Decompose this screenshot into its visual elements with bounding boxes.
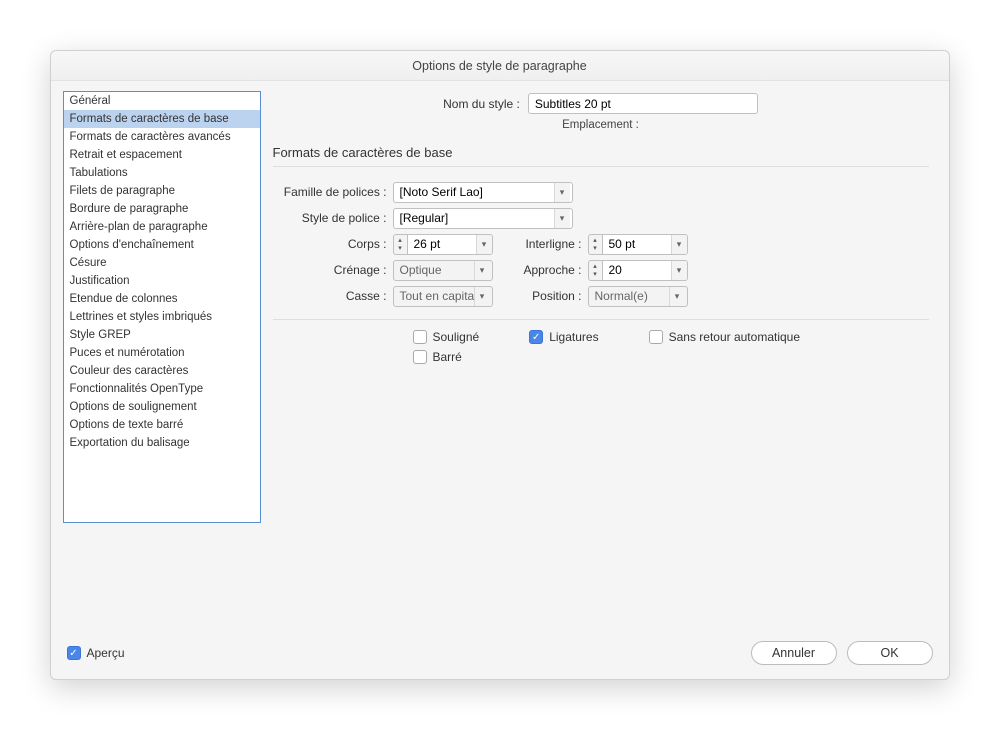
dialog-body: Général Formats de caractères de base Fo…	[51, 81, 949, 631]
cancel-button[interactable]: Annuler	[751, 641, 837, 665]
size-stepper[interactable]: ▴▾ ▾	[393, 234, 493, 255]
font-style-input[interactable]	[394, 209, 554, 228]
underline-checkbox[interactable]: Souligné	[413, 330, 480, 344]
chevron-down-icon[interactable]: ▾	[474, 261, 490, 280]
sidebar-item-paragraph-shading[interactable]: Arrière-plan de paragraphe	[64, 218, 260, 236]
sidebar-item-paragraph-border[interactable]: Bordure de paragraphe	[64, 200, 260, 218]
sidebar-item-drop-caps[interactable]: Lettrines et styles imbriqués	[64, 308, 260, 326]
dialog-footer: ✓ Aperçu Annuler OK	[51, 631, 949, 679]
chevron-down-icon[interactable]: ▾	[476, 235, 492, 254]
paragraph-style-options-dialog: Options de style de paragraphe Général F…	[50, 50, 950, 680]
stepper-arrows-icon[interactable]: ▴▾	[588, 234, 602, 255]
tracking-input[interactable]	[603, 261, 671, 280]
chevron-down-icon[interactable]: ▾	[554, 183, 570, 202]
tracking-label: Approche :	[513, 263, 588, 277]
dialog-title: Options de style de paragraphe	[51, 51, 949, 81]
sidebar-item-tabs[interactable]: Tabulations	[64, 164, 260, 182]
position-select[interactable]: Normal(e) ▾	[588, 286, 688, 307]
style-name-label: Nom du style :	[443, 97, 520, 111]
location-label: Emplacement :	[273, 119, 929, 131]
chevron-down-icon[interactable]: ▾	[554, 209, 570, 228]
no-break-label: Sans retour automatique	[669, 330, 800, 344]
kerning-select[interactable]: Optique ▾	[393, 260, 493, 281]
sidebar-item-grep-style[interactable]: Style GREP	[64, 326, 260, 344]
style-name-input[interactable]	[528, 93, 758, 114]
checkbox-checked-icon: ✓	[67, 646, 81, 660]
stepper-arrows-icon[interactable]: ▴▾	[393, 234, 407, 255]
section-divider	[273, 319, 929, 320]
leading-input[interactable]	[603, 235, 671, 254]
chevron-down-icon[interactable]: ▾	[671, 261, 687, 280]
case-label: Casse :	[273, 289, 393, 303]
checkbox-checked-icon: ✓	[529, 330, 543, 344]
leading-label: Interligne :	[513, 237, 588, 251]
checkbox-icon	[413, 330, 427, 344]
strikethrough-label: Barré	[433, 350, 462, 364]
sidebar-item-basic-char-formats[interactable]: Formats de caractères de base	[64, 110, 260, 128]
size-label: Corps :	[273, 237, 393, 251]
sidebar-item-opentype-features[interactable]: Fonctionnalités OpenType	[64, 380, 260, 398]
tracking-stepper[interactable]: ▴▾ ▾	[588, 260, 688, 281]
stepper-arrows-icon[interactable]: ▴▾	[588, 260, 602, 281]
ligatures-checkbox[interactable]: ✓ Ligatures	[529, 330, 598, 344]
preview-label: Aperçu	[87, 646, 125, 660]
checkbox-icon	[649, 330, 663, 344]
ok-button[interactable]: OK	[847, 641, 933, 665]
sidebar-item-span-columns[interactable]: Etendue de colonnes	[64, 290, 260, 308]
font-family-label: Famille de polices :	[273, 185, 393, 199]
sidebar-item-justification[interactable]: Justification	[64, 272, 260, 290]
case-select[interactable]: Tout en capita... ▾	[393, 286, 493, 307]
preview-checkbox[interactable]: ✓ Aperçu	[67, 646, 125, 660]
font-style-combobox[interactable]: ▾	[393, 208, 573, 229]
kerning-label: Crénage :	[273, 263, 393, 277]
no-break-checkbox[interactable]: Sans retour automatique	[649, 330, 800, 344]
main-panel: Nom du style : Emplacement : Formats de …	[273, 91, 937, 631]
sidebar-item-underline-options[interactable]: Options de soulignement	[64, 398, 260, 416]
chevron-down-icon[interactable]: ▾	[669, 287, 685, 306]
sidebar-item-export-tagging[interactable]: Exportation du balisage	[64, 434, 260, 452]
font-style-label: Style de police :	[273, 211, 393, 225]
underline-label: Souligné	[433, 330, 480, 344]
section-title: Formats de caractères de base	[273, 145, 929, 160]
checkbox-icon	[413, 350, 427, 364]
sidebar-item-indents-spacing[interactable]: Retrait et espacement	[64, 146, 260, 164]
sidebar-item-keep-options[interactable]: Options d'enchaînement	[64, 236, 260, 254]
font-family-combobox[interactable]: ▾	[393, 182, 573, 203]
leading-stepper[interactable]: ▴▾ ▾	[588, 234, 688, 255]
chevron-down-icon[interactable]: ▾	[474, 287, 490, 306]
category-sidebar: Général Formats de caractères de base Fo…	[63, 91, 261, 523]
sidebar-item-strikethrough-options[interactable]: Options de texte barré	[64, 416, 260, 434]
ligatures-label: Ligatures	[549, 330, 598, 344]
sidebar-item-character-color[interactable]: Couleur des caractères	[64, 362, 260, 380]
strikethrough-checkbox[interactable]: Barré	[413, 350, 462, 364]
position-value: Normal(e)	[589, 289, 669, 303]
sidebar-item-general[interactable]: Général	[64, 92, 260, 110]
sidebar-item-advanced-char-formats[interactable]: Formats de caractères avancés	[64, 128, 260, 146]
font-family-input[interactable]	[394, 183, 554, 202]
sidebar-item-bullets-numbering[interactable]: Puces et numérotation	[64, 344, 260, 362]
position-label: Position :	[513, 289, 588, 303]
sidebar-item-paragraph-rules[interactable]: Filets de paragraphe	[64, 182, 260, 200]
size-input[interactable]	[408, 235, 476, 254]
sidebar-item-hyphenation[interactable]: Césure	[64, 254, 260, 272]
case-value: Tout en capita...	[394, 289, 474, 303]
chevron-down-icon[interactable]: ▾	[671, 235, 687, 254]
kerning-value: Optique	[394, 263, 474, 277]
